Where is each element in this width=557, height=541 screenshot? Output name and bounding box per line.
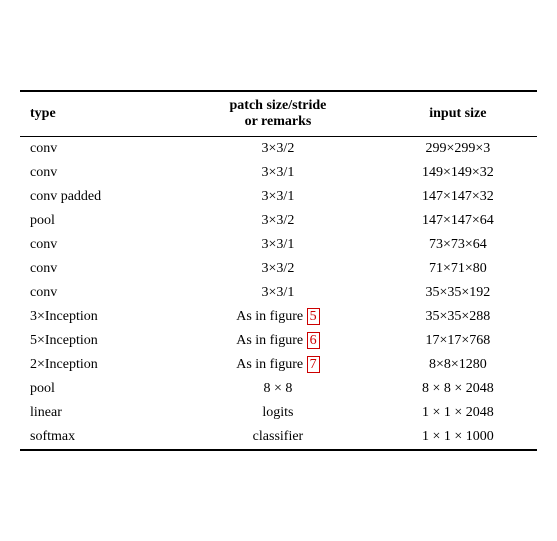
- cell-patch: 3×3/1: [177, 185, 378, 209]
- header-row: type patch size/strideor remarks input s…: [20, 91, 537, 137]
- table-row: pool 8 × 8 8 × 8 × 2048: [20, 377, 537, 401]
- cell-input: 71×71×80: [379, 257, 537, 281]
- cell-input: 1 × 1 × 1000: [379, 425, 537, 450]
- cell-patch: As in figure 5: [177, 305, 378, 329]
- col-header-input: input size: [379, 91, 537, 137]
- cell-type: conv: [20, 161, 177, 185]
- cell-input: 1 × 1 × 2048: [379, 401, 537, 425]
- cell-input: 35×35×288: [379, 305, 537, 329]
- table-row: softmax classifier 1 × 1 × 1000: [20, 425, 537, 450]
- table-row: linear logits 1 × 1 × 2048: [20, 401, 537, 425]
- cell-patch: 3×3/1: [177, 281, 378, 305]
- cell-patch: 8 × 8: [177, 377, 378, 401]
- cell-type: 5×Inception: [20, 329, 177, 353]
- cell-input: 147×147×64: [379, 209, 537, 233]
- cell-type: 2×Inception: [20, 353, 177, 377]
- col-header-type: type: [20, 91, 177, 137]
- cell-input: 8×8×1280: [379, 353, 537, 377]
- cell-patch: As in figure 6: [177, 329, 378, 353]
- figure-ref-5: 5: [307, 308, 320, 325]
- cell-type: softmax: [20, 425, 177, 450]
- table-row: conv 3×3/2 71×71×80: [20, 257, 537, 281]
- cell-patch: 3×3/2: [177, 209, 378, 233]
- cell-patch: 3×3/2: [177, 257, 378, 281]
- cell-patch: classifier: [177, 425, 378, 450]
- cell-input: 8 × 8 × 2048: [379, 377, 537, 401]
- cell-input: 35×35×192: [379, 281, 537, 305]
- table-row: 5×Inception As in figure 6 17×17×768: [20, 329, 537, 353]
- cell-type: pool: [20, 377, 177, 401]
- cell-input: 149×149×32: [379, 161, 537, 185]
- cell-patch: 3×3/1: [177, 233, 378, 257]
- table-row: 2×Inception As in figure 7 8×8×1280: [20, 353, 537, 377]
- table-container: type patch size/strideor remarks input s…: [20, 90, 537, 451]
- cell-patch: As in figure 7: [177, 353, 378, 377]
- cell-type: 3×Inception: [20, 305, 177, 329]
- table-row: conv 3×3/1 73×73×64: [20, 233, 537, 257]
- col-header-patch: patch size/strideor remarks: [177, 91, 378, 137]
- table-row: conv padded 3×3/1 147×147×32: [20, 185, 537, 209]
- architecture-table: type patch size/strideor remarks input s…: [20, 90, 537, 451]
- table-row: conv 3×3/1 149×149×32: [20, 161, 537, 185]
- table-row: conv 3×3/2 299×299×3: [20, 137, 537, 162]
- cell-input: 147×147×32: [379, 185, 537, 209]
- cell-input: 17×17×768: [379, 329, 537, 353]
- cell-type: conv: [20, 257, 177, 281]
- table-row: 3×Inception As in figure 5 35×35×288: [20, 305, 537, 329]
- figure-ref-6: 6: [307, 332, 320, 349]
- cell-type: conv: [20, 137, 177, 162]
- cell-patch: logits: [177, 401, 378, 425]
- cell-patch: 3×3/2: [177, 137, 378, 162]
- cell-input: 299×299×3: [379, 137, 537, 162]
- cell-type: conv padded: [20, 185, 177, 209]
- cell-type: linear: [20, 401, 177, 425]
- table-row: conv 3×3/1 35×35×192: [20, 281, 537, 305]
- cell-type: conv: [20, 233, 177, 257]
- cell-patch: 3×3/1: [177, 161, 378, 185]
- cell-input: 73×73×64: [379, 233, 537, 257]
- figure-ref-7: 7: [307, 356, 320, 373]
- table-row: pool 3×3/2 147×147×64: [20, 209, 537, 233]
- cell-type: pool: [20, 209, 177, 233]
- cell-type: conv: [20, 281, 177, 305]
